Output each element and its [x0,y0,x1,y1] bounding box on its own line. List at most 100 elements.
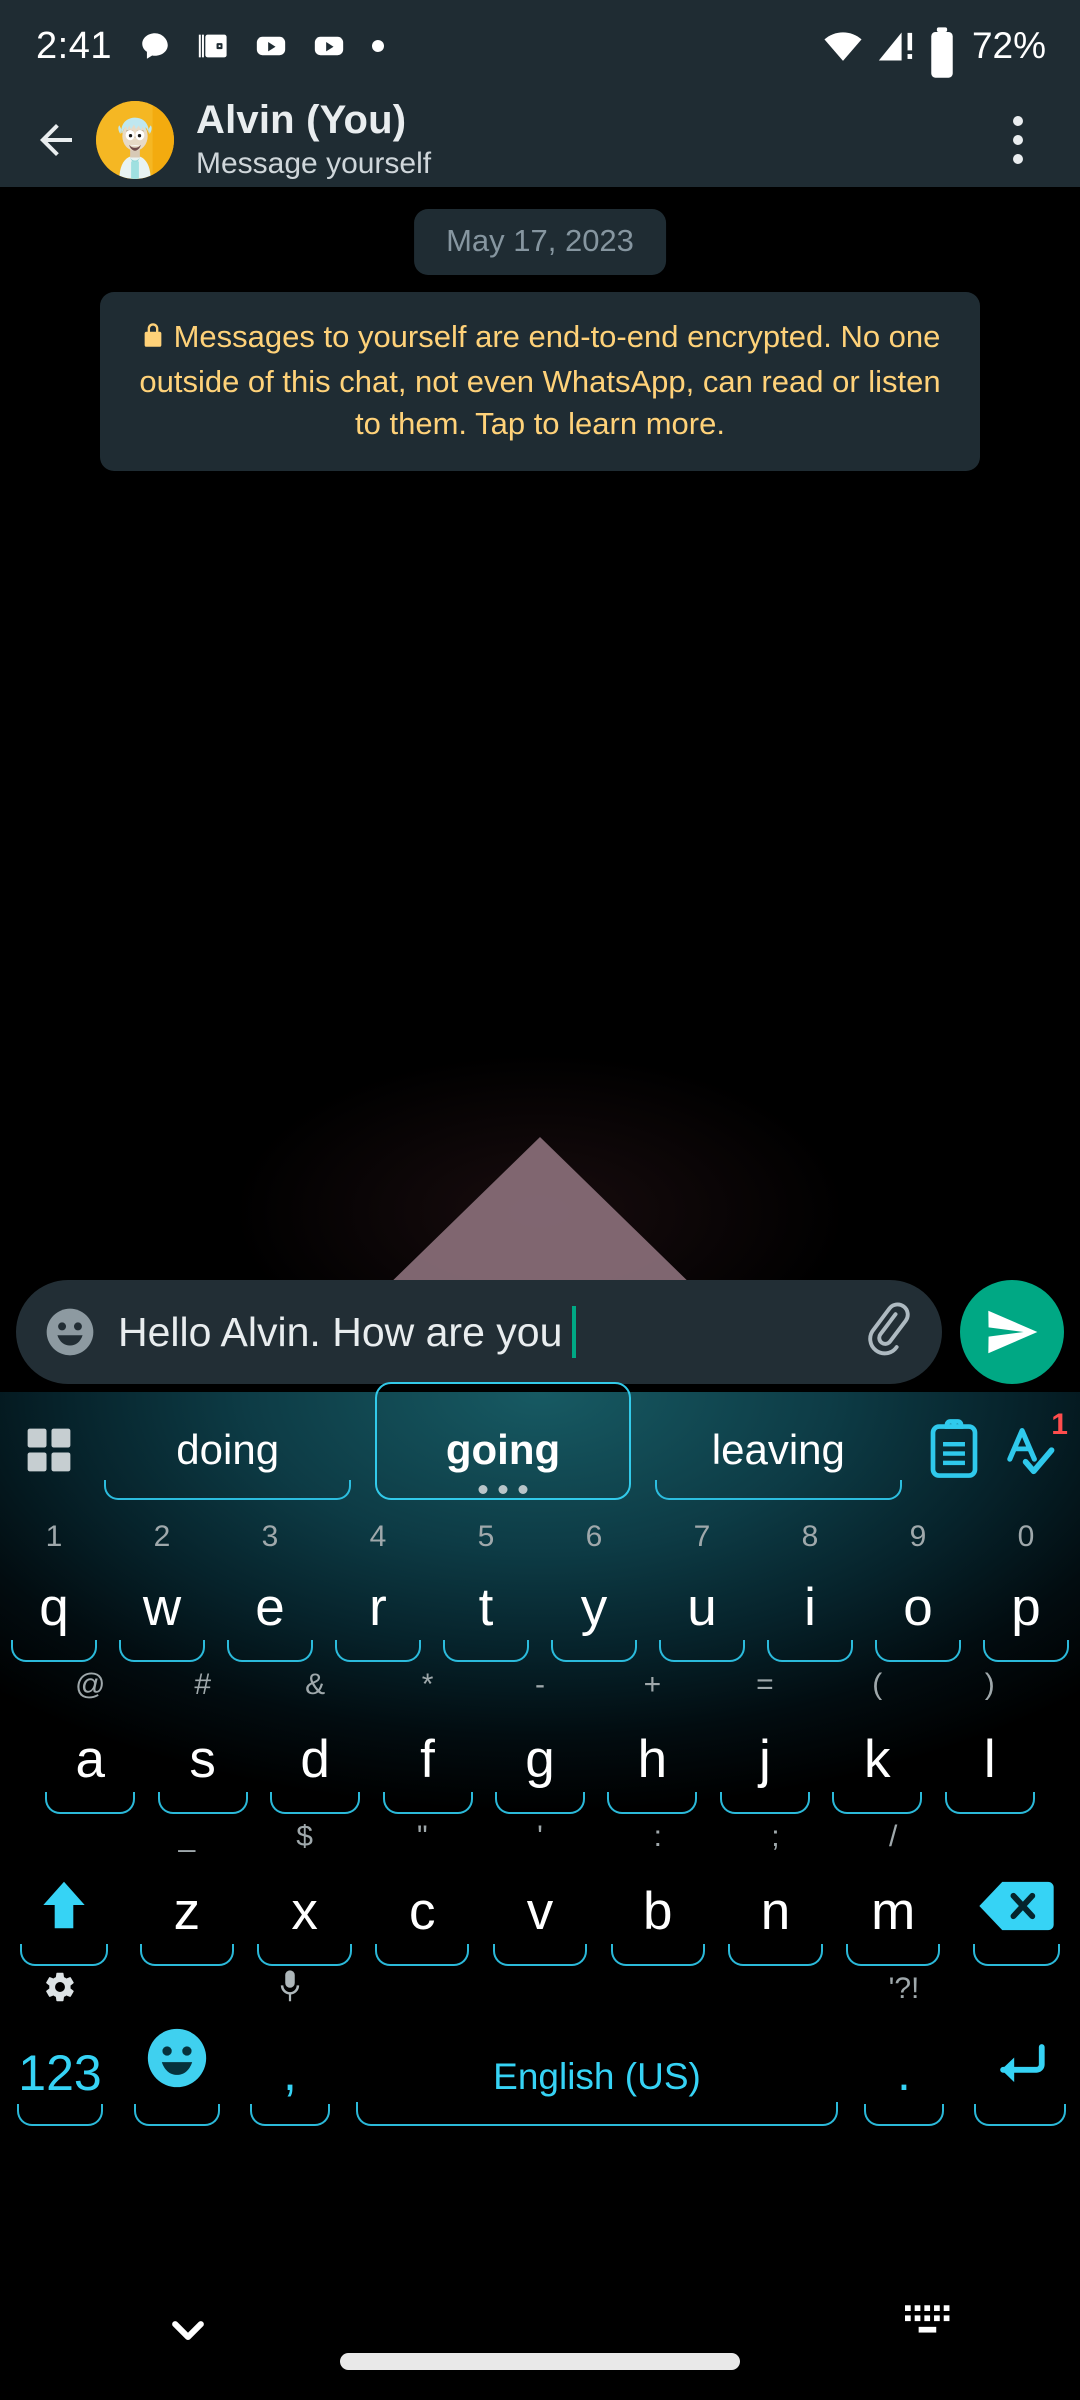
keyboard-row-3: _ z $ x " c ' v :b ; n / m [0,1808,1080,1966]
key-w[interactable]: 2w [108,1508,216,1662]
key-x[interactable]: $ x [246,1808,364,1966]
key-label: n [760,1882,791,1941]
text-cursor [572,1306,577,1358]
key-q[interactable]: 1q [0,1508,108,1662]
chevron-down-icon[interactable] [160,2302,220,2362]
key-y[interactable]: 6y [540,1508,648,1662]
key-t[interactable]: 5t [432,1508,540,1662]
key-f[interactable]: * f [371,1656,483,1814]
enter-key[interactable] [960,1960,1080,2126]
emoji-icon [142,2023,212,2098]
suggestion-leaving[interactable]: leaving [641,1398,916,1502]
phone-screen: 2:41 72% Alvin (You) Message yourself Ma… [0,0,1080,2400]
avatar[interactable] [96,100,174,179]
encryption-notice[interactable]: Messages to yourself are end-to-end encr… [100,292,980,471]
key-i[interactable]: 8i [756,1508,864,1662]
key-secondary-label: / [889,1820,898,1853]
key-secondary-label: ' [537,1820,543,1853]
suggestion-going[interactable]: going [365,1382,640,1502]
spellcheck-icon[interactable]: 1 [1002,1408,1068,1482]
key-label: English (US) [493,2056,701,2097]
space-key[interactable]: English (US) [346,1960,848,2126]
period-key[interactable]: '?! . [848,1960,960,2126]
microphone-icon [234,1968,346,2012]
key-secondary-label: 7 [693,1520,711,1553]
key-label: s [189,1730,216,1789]
key-h[interactable]: + h [596,1656,708,1814]
key-secondary-label: 6 [585,1520,603,1553]
wifi-icon [822,25,864,67]
key-label: , [283,2045,297,2101]
key-g[interactable]: -g [484,1656,596,1814]
key-o[interactable]: 9o [864,1508,972,1662]
key-secondary-label: 3 [261,1520,279,1553]
grid-apps-icon[interactable] [22,1423,76,1477]
battery-percentage: 72% [971,25,1046,66]
key-secondary-label: " [416,1820,428,1853]
key-label: p [1011,1578,1041,1637]
comma-key[interactable]: , [234,1960,346,2126]
kebab-dot [1013,134,1023,145]
chat-header-titles[interactable]: Alvin (You) Message yourself [196,100,431,179]
on-screen-keyboard[interactable]: doing going leaving 1 1 q 2 w 3 e 4 r 5 … [0,1382,1080,2252]
chat-bubble-icon [138,29,172,63]
key-j[interactable]: = j [709,1656,821,1814]
key-label: f [420,1730,435,1789]
emoji-smiley-icon[interactable] [42,1304,98,1360]
key-m[interactable]: / m [834,1808,952,1966]
home-indicator[interactable] [340,2353,740,2370]
message-input-value-wrap[interactable]: Hello Alvin. How are you [118,1306,846,1358]
keyboard-icon[interactable] [900,2300,960,2360]
keyboard-row-1: 1q 2w 3e 4r 5t 6y 7u 8i 9o 0p [0,1508,1080,1662]
suggestion-strip-actions: 1 [926,1408,1068,1482]
search-input[interactable]: Hello Alvin. How are you [118,1309,562,1356]
suggestion-doing[interactable]: doing [90,1398,365,1502]
backspace-key[interactable] [952,1808,1080,1966]
key-secondary-label: '?! [888,1972,920,2005]
keyboard-row-2: @ a # s & d * f -g + h = j (k ) l [0,1656,1080,1814]
key-z[interactable]: _ z [128,1808,246,1966]
status-badge: 1 [1051,1408,1068,1441]
key-secondary-label: * [421,1668,434,1701]
status-bar-system-icons: 72% [822,25,1046,78]
key-v[interactable]: ' v [481,1808,599,1966]
key-c[interactable]: " c [363,1808,481,1966]
numeric-key[interactable]: 123 [0,1960,120,2126]
key-n[interactable]: ; n [717,1808,835,1966]
key-label: l [983,1730,996,1789]
key-a[interactable]: @ a [34,1656,146,1814]
key-e[interactable]: 3e [216,1508,324,1662]
key-label: a [75,1730,105,1789]
key-secondary-label: # [194,1668,211,1701]
key-u[interactable]: 7u [648,1508,756,1662]
clipboard-icon[interactable] [926,1418,984,1482]
dot-icon [370,38,386,54]
key-p[interactable]: 0p [972,1508,1080,1662]
key-l[interactable]: ) l [934,1656,1046,1814]
key-secondary-label: ; [771,1820,780,1853]
key-label: w [142,1578,182,1637]
chat-message-list[interactable]: May 17, 2023 Messages to yourself are en… [0,187,1080,1282]
key-secondary-label: = [756,1668,774,1701]
send-button[interactable] [960,1280,1064,1384]
shift-key[interactable] [0,1808,128,1966]
emoji-key[interactable] [120,1960,234,2126]
more-options-icon[interactable] [986,101,1050,179]
key-label: i [804,1578,816,1637]
message-input-container[interactable]: Hello Alvin. How are you [16,1280,942,1384]
back-arrow-icon[interactable] [20,104,92,176]
key-label: x [291,1882,318,1941]
key-secondary-label: 9 [909,1520,927,1553]
suggestion-strip: doing going leaving 1 [0,1382,1080,1508]
key-secondary-label: @ [74,1668,106,1701]
key-b[interactable]: :b [599,1808,717,1966]
key-s[interactable]: # s [146,1656,258,1814]
key-secondary-label: 0 [1017,1520,1035,1553]
key-d[interactable]: & d [259,1656,371,1814]
paperclip-icon[interactable] [856,1302,916,1362]
key-k[interactable]: (k [821,1656,933,1814]
kebab-dot [1013,153,1023,164]
key-r[interactable]: 4r [324,1508,432,1662]
key-label: r [369,1578,387,1637]
key-label: t [478,1578,494,1637]
